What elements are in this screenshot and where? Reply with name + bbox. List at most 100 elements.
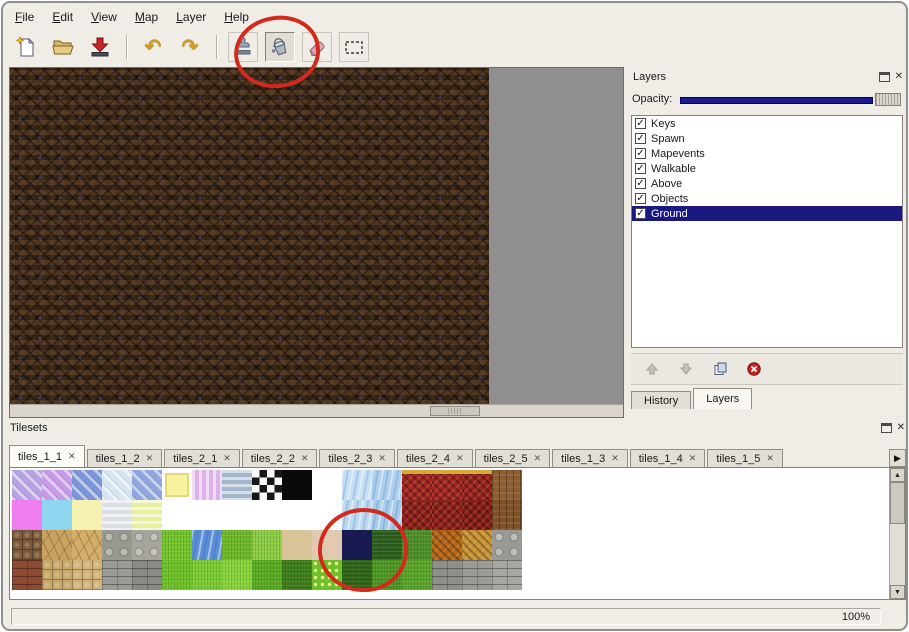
tileset-tile[interactable] xyxy=(162,560,192,590)
raise-layer-button[interactable] xyxy=(641,359,663,379)
layer-row-walkable[interactable]: ✓Walkable xyxy=(632,161,902,176)
tileset-tile[interactable] xyxy=(252,560,282,590)
close-panel-icon[interactable]: ✕ xyxy=(897,423,905,433)
close-tab-icon[interactable]: ✕ xyxy=(611,454,619,463)
layer-row-ground[interactable]: ✓Ground xyxy=(632,206,902,221)
menu-file[interactable]: File xyxy=(7,7,42,27)
redo-button[interactable]: ↷ xyxy=(175,32,205,62)
tileset-tile[interactable] xyxy=(402,530,432,560)
tileset-tile[interactable] xyxy=(312,470,342,500)
duplicate-layer-button[interactable] xyxy=(709,359,731,379)
layer-row-mapevents[interactable]: ✓Mapevents xyxy=(632,146,902,161)
tileset-tile[interactable] xyxy=(162,500,192,530)
tileset-tile[interactable] xyxy=(42,470,72,500)
close-tab-icon[interactable]: ✕ xyxy=(301,454,309,463)
tileset-tab-tiles_2_2[interactable]: tiles_2_2✕ xyxy=(242,449,318,467)
tileset-tab-tiles_2_3[interactable]: tiles_2_3✕ xyxy=(319,449,395,467)
float-panel-icon[interactable] xyxy=(881,423,892,433)
select-tool-button[interactable] xyxy=(339,32,369,62)
tileset-tile[interactable] xyxy=(342,560,372,590)
layer-visibility-checkbox[interactable]: ✓ xyxy=(635,148,646,159)
tileset-tab-tiles_1_1[interactable]: tiles_1_1✕ xyxy=(9,445,85,467)
tileset-tile[interactable] xyxy=(162,530,192,560)
tab-layers[interactable]: Layers xyxy=(693,388,752,409)
tileset-tile[interactable] xyxy=(42,560,72,590)
tileset-tile[interactable] xyxy=(12,530,42,560)
layer-visibility-checkbox[interactable]: ✓ xyxy=(635,193,646,204)
layer-visibility-checkbox[interactable]: ✓ xyxy=(635,163,646,174)
tileset-tile[interactable] xyxy=(312,500,342,530)
tileset-tile[interactable] xyxy=(162,470,192,500)
close-tab-icon[interactable]: ✕ xyxy=(378,454,386,463)
tileset-tile[interactable] xyxy=(102,500,132,530)
tileset-tile[interactable] xyxy=(132,470,162,500)
opacity-slider[interactable] xyxy=(680,92,903,106)
tileset-tile[interactable] xyxy=(72,560,102,590)
float-panel-icon[interactable] xyxy=(879,72,890,82)
tileset-tile[interactable] xyxy=(432,560,462,590)
tab-scroll-right-button[interactable]: ▶ xyxy=(889,449,906,467)
layer-row-spawn[interactable]: ✓Spawn xyxy=(632,131,902,146)
tileset-tile[interactable] xyxy=(222,470,252,500)
tileset-tile[interactable] xyxy=(252,500,282,530)
tileset-scrollbar-thumb[interactable] xyxy=(890,482,905,524)
tileset-tile[interactable] xyxy=(102,530,132,560)
tileset-tile[interactable] xyxy=(432,530,462,560)
tileset-tile[interactable] xyxy=(432,500,462,530)
fill-tool-button[interactable] xyxy=(265,32,295,62)
tileset-tile[interactable] xyxy=(312,560,342,590)
menu-layer[interactable]: Layer xyxy=(168,7,214,27)
close-tab-icon[interactable]: ✕ xyxy=(456,454,464,463)
tileset-tile[interactable] xyxy=(42,530,72,560)
scroll-up-button[interactable]: ▲ xyxy=(890,468,905,482)
tileset-tile[interactable] xyxy=(12,500,42,530)
tileset-tile[interactable] xyxy=(462,500,492,530)
close-tab-icon[interactable]: ✕ xyxy=(223,454,231,463)
tileset-tile[interactable] xyxy=(462,470,492,500)
tileset-tile[interactable] xyxy=(12,470,42,500)
stamp-tool-button[interactable] xyxy=(228,32,258,62)
tileset-tile[interactable] xyxy=(72,500,102,530)
close-tab-icon[interactable]: ✕ xyxy=(146,454,154,463)
tileset-tile[interactable] xyxy=(402,560,432,590)
tileset-tile[interactable] xyxy=(342,530,372,560)
tileset-vertical-scrollbar[interactable]: ▲ ▼ xyxy=(889,468,905,599)
tileset-tab-tiles_2_5[interactable]: tiles_2_5✕ xyxy=(475,449,551,467)
tileset-tile[interactable] xyxy=(342,500,372,530)
layer-row-keys[interactable]: ✓Keys xyxy=(632,116,902,131)
tileset-tile[interactable] xyxy=(102,470,132,500)
eraser-tool-button[interactable] xyxy=(302,32,332,62)
tileset-tile[interactable] xyxy=(402,500,432,530)
tileset-tile[interactable] xyxy=(312,530,342,560)
save-map-button[interactable] xyxy=(85,32,115,62)
tileset-tile[interactable] xyxy=(372,470,402,500)
close-tab-icon[interactable]: ✕ xyxy=(534,454,542,463)
tileset-tile[interactable] xyxy=(132,560,162,590)
tileset-tile[interactable] xyxy=(72,530,102,560)
lower-layer-button[interactable] xyxy=(675,359,697,379)
tileset-tile[interactable] xyxy=(192,530,222,560)
close-tab-icon[interactable]: ✕ xyxy=(68,452,76,461)
tileset-tile[interactable] xyxy=(222,560,252,590)
menu-help[interactable]: Help xyxy=(216,7,257,27)
tileset-tab-tiles_1_3[interactable]: tiles_1_3✕ xyxy=(552,449,628,467)
close-panel-icon[interactable]: ✕ xyxy=(895,72,903,82)
map-scrollbar-thumb[interactable] xyxy=(430,406,480,416)
tileset-tile[interactable] xyxy=(192,470,222,500)
tileset-tab-tiles_1_2[interactable]: tiles_1_2✕ xyxy=(87,449,163,467)
delete-layer-button[interactable] xyxy=(743,359,765,379)
tileset-tile[interactable] xyxy=(372,530,402,560)
tileset-tile[interactable] xyxy=(42,500,72,530)
new-map-button[interactable] xyxy=(11,32,41,62)
layer-visibility-checkbox[interactable]: ✓ xyxy=(635,118,646,129)
tileset-tile[interactable] xyxy=(132,530,162,560)
tileset-tile[interactable] xyxy=(492,500,522,530)
menu-map[interactable]: Map xyxy=(127,7,166,27)
tileset-tile[interactable] xyxy=(132,500,162,530)
tileset-tile[interactable] xyxy=(372,560,402,590)
close-tab-icon[interactable]: ✕ xyxy=(689,454,697,463)
tileset-tile[interactable] xyxy=(192,500,222,530)
tileset-tab-tiles_2_4[interactable]: tiles_2_4✕ xyxy=(397,449,473,467)
tileset-tile[interactable] xyxy=(492,560,522,590)
opacity-slider-thumb[interactable] xyxy=(875,93,901,106)
